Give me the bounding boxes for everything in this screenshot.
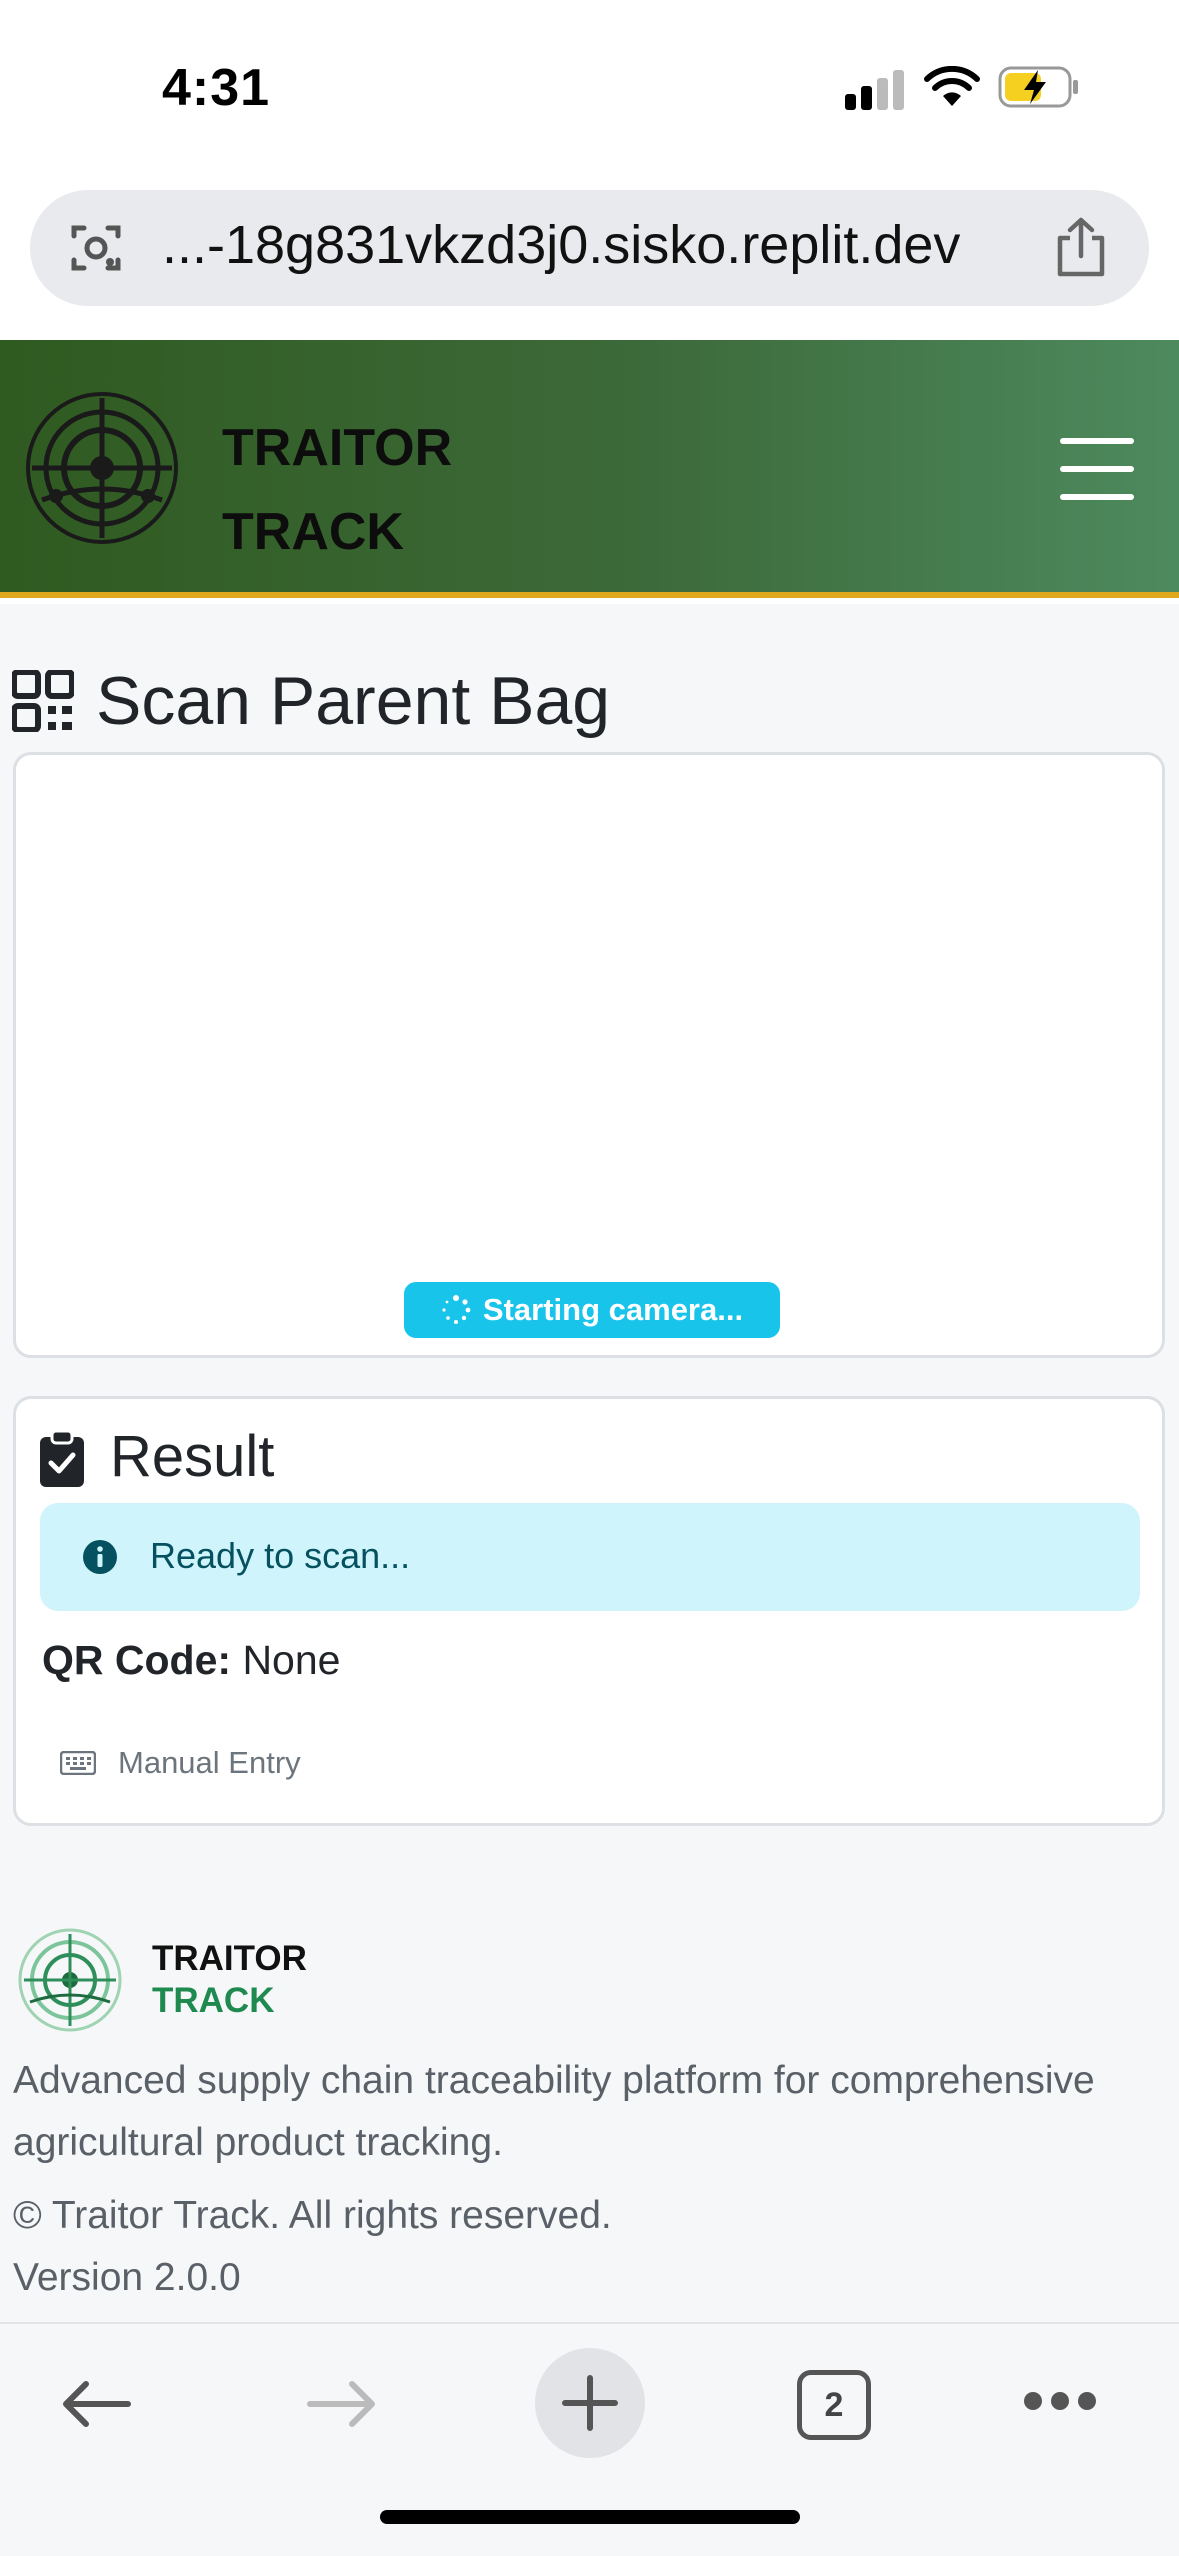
status-bar: 4:31 xyxy=(0,0,1179,175)
battery-charging-icon xyxy=(998,66,1078,108)
brand-line-2: TRACK xyxy=(222,503,404,561)
status-time: 4:31 xyxy=(162,59,271,117)
hamburger-menu-icon[interactable] xyxy=(1060,438,1134,500)
camera-scanner-area[interactable]: Starting camera... xyxy=(13,752,1165,1358)
traitor-track-logo[interactable] xyxy=(22,388,182,548)
address-bar[interactable]: ...-18g831vkzd3j0.sisko.replit.dev xyxy=(30,190,1149,306)
info-circle-icon xyxy=(83,1540,117,1574)
url-text[interactable]: ...-18g831vkzd3j0.sisko.replit.dev xyxy=(162,214,1042,276)
tab-switcher-button[interactable]: 2 xyxy=(797,2370,871,2440)
qr-code-line: QR Code: None xyxy=(42,1637,340,1684)
footer-copyright: © Traitor Track. All rights reserved. xyxy=(13,2194,612,2237)
footer-brand: TRAITOR TRACK xyxy=(152,1938,307,2022)
footer-brand-line-2: TRACK xyxy=(152,1981,275,2020)
keyboard-icon xyxy=(60,1751,96,1775)
more-options-icon[interactable] xyxy=(1024,2392,1096,2412)
result-card: Result Ready to scan... QR Code: None Ma… xyxy=(13,1396,1165,1826)
info-alert: Ready to scan... xyxy=(40,1503,1140,1611)
back-arrow-icon[interactable] xyxy=(60,2380,132,2428)
footer-description: Advanced supply chain traceability platf… xyxy=(13,2059,1095,2164)
clipboard-check-icon xyxy=(40,1429,84,1487)
qr-code-value: None xyxy=(242,1637,341,1683)
new-tab-button[interactable] xyxy=(535,2348,645,2458)
qrcode-icon xyxy=(12,670,74,732)
plus-icon xyxy=(562,2375,618,2431)
result-title: Result xyxy=(110,1424,275,1489)
info-alert-text: Ready to scan... xyxy=(150,1535,411,1576)
share-icon[interactable] xyxy=(1050,216,1112,280)
scanner-status-text: Starting camera... xyxy=(482,1292,744,1327)
manual-entry-label[interactable]: Manual Entry xyxy=(118,1745,301,1781)
page-title: Scan Parent Bag xyxy=(96,663,611,739)
brand-name: TRAITOR TRACK xyxy=(222,406,452,574)
manual-entry-link[interactable]: Manual Entry xyxy=(60,1745,301,1781)
qr-code-label: QR Code: xyxy=(42,1637,232,1683)
brand-line-1: TRAITOR xyxy=(222,419,453,477)
footer-logo xyxy=(18,1928,122,2032)
main-content: Scan Parent Bag Starting camera... Resul… xyxy=(0,604,1179,2322)
home-indicator xyxy=(380,2510,800,2524)
camera-search-icon[interactable] xyxy=(66,218,126,278)
app-header: TRAITOR TRACK xyxy=(0,340,1179,598)
forward-arrow-icon[interactable] xyxy=(306,2380,378,2428)
scanner-status-badge: Starting camera... xyxy=(404,1282,780,1338)
spinner-icon xyxy=(442,1295,471,1324)
footer-version: Version 2.0.0 xyxy=(13,2256,241,2299)
wifi-icon xyxy=(924,66,980,106)
cellular-signal-icon xyxy=(845,70,905,110)
footer-brand-line-1: TRAITOR xyxy=(152,1939,307,1978)
